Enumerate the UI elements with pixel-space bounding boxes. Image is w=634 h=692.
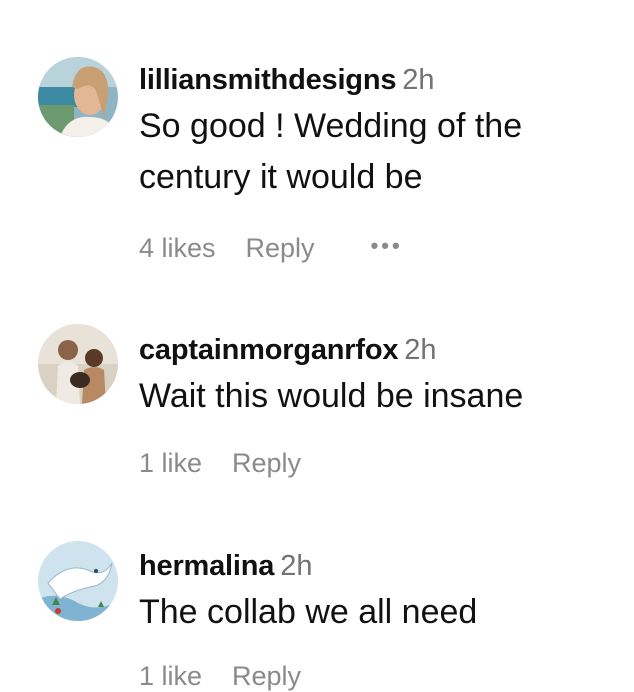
comment-text: Wait this would be insane	[139, 371, 624, 422]
comment-text-line: Wait this would be insane	[139, 377, 524, 415]
more-options-icon[interactable]: •••	[371, 230, 403, 262]
avatar[interactable]	[38, 57, 118, 137]
likes-count[interactable]: 1 like	[139, 660, 202, 692]
comment-text-line: So good ! Wedding of the	[139, 107, 523, 145]
avatar[interactable]	[38, 324, 118, 404]
likes-count[interactable]: 1 like	[139, 447, 202, 479]
comment-text: The collab we all need	[139, 587, 624, 638]
likes-count[interactable]: 4 likes	[139, 232, 216, 264]
avatar[interactable]	[38, 541, 118, 621]
comment-username[interactable]: captainmorganrfox	[139, 334, 398, 366]
reply-button[interactable]: Reply	[246, 232, 315, 264]
comment-timestamp: 2h	[280, 550, 313, 582]
comment-username[interactable]: hermalina	[139, 550, 274, 582]
reply-button[interactable]: Reply	[232, 660, 301, 692]
comment-text-line: The collab we all need	[139, 593, 478, 631]
comment-timestamp: 2h	[404, 334, 437, 366]
reply-button[interactable]: Reply	[232, 447, 301, 479]
comment-text-line: century it would be	[139, 158, 423, 196]
comment-text: So good ! Wedding of the century it woul…	[139, 101, 624, 203]
comment-timestamp: 2h	[402, 64, 435, 96]
comment-username[interactable]: lilliansmithdesigns	[139, 64, 396, 96]
